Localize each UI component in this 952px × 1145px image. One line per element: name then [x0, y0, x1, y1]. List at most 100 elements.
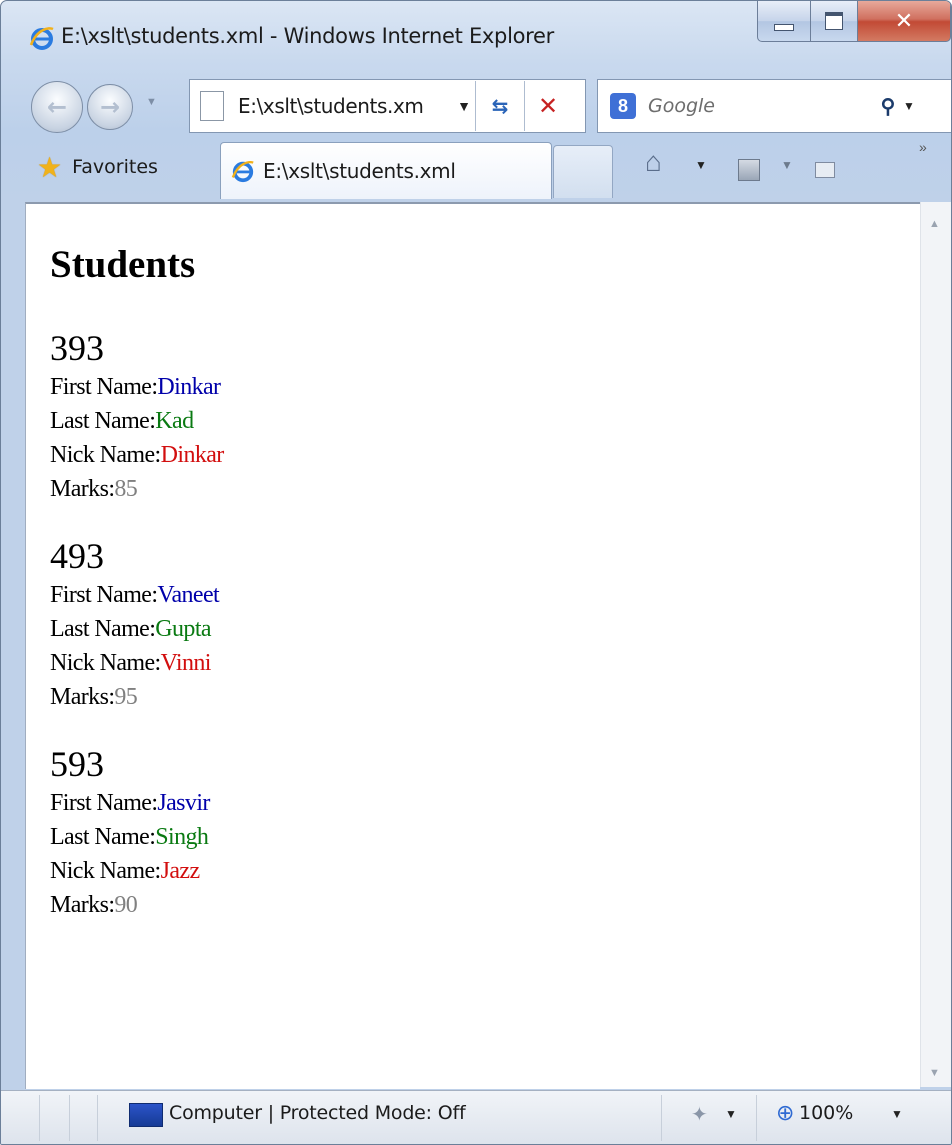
divider [97, 1095, 98, 1141]
scroll-up-icon[interactable]: ▲ [929, 218, 940, 230]
address-dropdown-icon[interactable]: ▼ [453, 98, 475, 114]
marks-row: Marks:95 [50, 680, 920, 714]
first-name-value: Dinkar [157, 374, 221, 400]
first-name-row: First Name:Dinkar [50, 370, 920, 404]
security-zone-text[interactable]: Computer | Protected Mode: Off [169, 1102, 466, 1124]
back-arrow-icon: ← [46, 93, 68, 121]
close-button[interactable]: ✕ [858, 1, 951, 42]
favorites-label: Favorites [72, 156, 158, 178]
home-dropdown-icon[interactable]: ▼ [695, 158, 707, 172]
address-input[interactable]: E:\xslt\students.xm [238, 94, 443, 118]
divider [756, 1095, 757, 1141]
zoom-dropdown-icon[interactable]: ▼ [891, 1107, 903, 1121]
nick-name-row: Nick Name:Jazz [50, 854, 920, 888]
nick-name-value: Jazz [160, 858, 201, 884]
page-icon [200, 91, 224, 121]
nick-name-label: Nick Name: [50, 858, 161, 884]
last-name-row: Last Name:Gupta [50, 612, 920, 646]
student-record: 393 First Name:Dinkar Last Name:Kad Nick Na… [50, 328, 920, 506]
search-icon[interactable]: ⚲ [873, 94, 903, 119]
document: Students 393 First Name:Dinkar Last Name:K… [26, 204, 920, 922]
zone-dropdown-icon[interactable]: ▼ [725, 1107, 737, 1121]
divider [69, 1095, 70, 1141]
vertical-scrollbar[interactable]: ▲ ▼ [920, 202, 951, 1087]
maximize-button[interactable] [811, 1, 858, 42]
last-name-value: Singh [155, 824, 209, 850]
student-id: 593 [50, 744, 104, 784]
star-icon: ★ [37, 151, 63, 183]
marks-label: Marks: [50, 684, 115, 710]
minimize-button[interactable] [757, 1, 811, 42]
last-name-value: Kad [155, 408, 194, 434]
search-box[interactable]: 8 Google ⚲ ▼ [597, 79, 951, 133]
nick-name-label: Nick Name: [50, 442, 161, 468]
first-name-label: First Name: [50, 582, 158, 608]
google-icon: 8 [610, 93, 636, 119]
nick-name-value: Vinni [160, 650, 212, 676]
first-name-row: First Name:Jasvir [50, 786, 920, 820]
nick-name-value: Dinkar [160, 442, 225, 468]
student-list: 393 First Name:Dinkar Last Name:Kad Nick Na… [50, 328, 920, 922]
marks-label: Marks: [50, 892, 115, 918]
student-id: 393 [50, 328, 104, 368]
read-mail-icon[interactable] [815, 162, 835, 178]
forward-arrow-icon: → [99, 93, 121, 121]
minimize-icon [774, 23, 794, 31]
internet-explorer-icon [231, 160, 254, 183]
page-title: Students [50, 243, 196, 286]
divider [661, 1095, 662, 1141]
caption-buttons: ✕ [757, 1, 951, 43]
student-record: 493 First Name:Vaneet Last Name:Gupta Nick … [50, 536, 920, 714]
student-id: 493 [50, 536, 104, 576]
browser-window: E:\xslt\students.xml - Windows Internet … [0, 0, 952, 1145]
close-icon: ✕ [894, 8, 914, 34]
search-input[interactable]: Google [648, 95, 873, 117]
feeds-icon[interactable] [738, 159, 760, 181]
last-name-row: Last Name:Singh [50, 820, 920, 854]
marks-label: Marks: [50, 476, 115, 502]
window-title: E:\xslt\students.xml - Windows Internet … [61, 24, 554, 48]
first-name-label: First Name: [50, 374, 158, 400]
last-name-value: Gupta [155, 616, 211, 642]
last-name-label: Last Name: [50, 616, 156, 642]
scroll-down-icon[interactable]: ▼ [929, 1067, 940, 1079]
marks-row: Marks:90 [50, 888, 920, 922]
computer-icon [129, 1103, 163, 1127]
nick-name-row: Nick Name:Vinni [50, 646, 920, 680]
home-icon[interactable]: ⌂ [645, 146, 662, 178]
marks-row: Marks:85 [50, 472, 920, 506]
zone-settings-icon[interactable]: ✦ [691, 1102, 708, 1127]
refresh-icon[interactable]: ⇆ [476, 94, 524, 118]
title-bar[interactable]: E:\xslt\students.xml - Windows Internet … [1, 1, 951, 69]
first-name-label: First Name: [50, 790, 158, 816]
student-record: 593 First Name:Jasvir Last Name:Singh Nick … [50, 744, 920, 922]
feeds-dropdown-icon[interactable]: ▼ [781, 158, 793, 172]
marks-value: 85 [114, 476, 138, 502]
nick-name-row: Nick Name:Dinkar [50, 438, 920, 472]
marks-value: 95 [114, 684, 138, 710]
new-tab-button[interactable] [553, 145, 613, 198]
tab-students-xml[interactable]: E:\xslt\students.xml [220, 142, 552, 199]
back-button[interactable]: ← [31, 81, 83, 133]
last-name-row: Last Name:Kad [50, 404, 920, 438]
address-bar[interactable]: E:\xslt\students.xm ▼ ⇆ ✕ [189, 79, 586, 133]
forward-button[interactable]: → [87, 84, 133, 130]
tab-label: E:\xslt\students.xml [263, 159, 456, 183]
first-name-value: Jasvir [157, 790, 210, 816]
first-name-value: Vaneet [157, 582, 220, 608]
zoom-level[interactable]: 100% [799, 1102, 853, 1124]
divider [39, 1095, 40, 1141]
stop-icon[interactable]: ✕ [525, 92, 571, 120]
last-name-label: Last Name: [50, 408, 156, 434]
last-name-label: Last Name: [50, 824, 156, 850]
maximize-icon [825, 12, 843, 30]
internet-explorer-icon [29, 27, 54, 50]
recent-pages-dropdown[interactable]: ▼ [146, 96, 157, 108]
favorites-button[interactable]: ★ Favorites [37, 149, 158, 185]
more-commands-icon[interactable]: » [919, 139, 927, 155]
search-options-dropdown-icon[interactable]: ▼ [903, 99, 917, 113]
page-content: Students 393 First Name:Dinkar Last Name:K… [25, 202, 920, 1089]
zoom-icon: ⊕ [776, 1100, 795, 1125]
first-name-row: First Name:Vaneet [50, 578, 920, 612]
nick-name-label: Nick Name: [50, 650, 161, 676]
